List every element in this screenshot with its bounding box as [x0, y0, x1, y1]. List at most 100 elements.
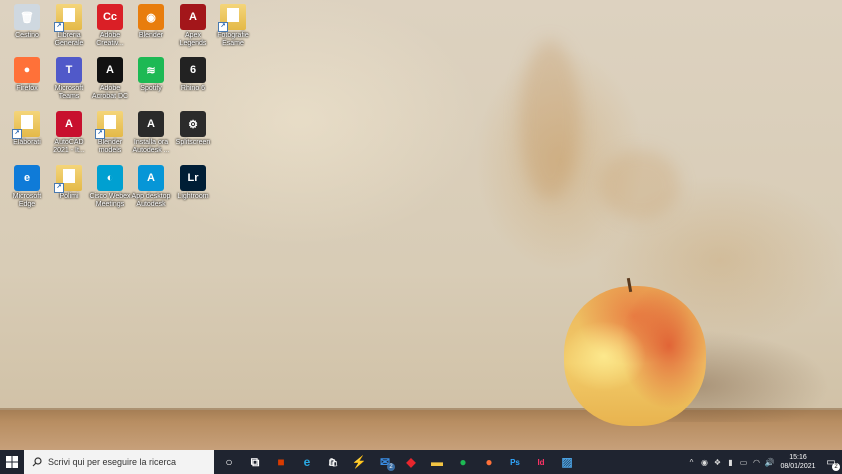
autodesk-app-icon: A [138, 165, 164, 191]
splitscreen-icon: ⚙ [180, 111, 206, 137]
shortcut-arrow-icon: ↗ [54, 183, 64, 193]
taskbar-spotify-button[interactable]: ● [450, 450, 476, 474]
desktop-icon-label: Blender [138, 32, 164, 39]
autocad-icon: A [56, 111, 82, 137]
taskbar-search-box[interactable]: Scrivi qui per eseguire la ricerca [24, 450, 214, 474]
record-icon[interactable]: ◉ [698, 450, 711, 474]
folder-document-icon [21, 115, 33, 129]
desktop-icon[interactable]: e Microsoft Edge [6, 165, 48, 209]
search-icon [32, 457, 42, 467]
shortcut-arrow-icon: ↗ [54, 22, 64, 32]
desktop-icon-label: Firefox [16, 85, 38, 92]
spotify-icon: ≋ [138, 57, 164, 83]
power-automate-icon: ⚡ [351, 455, 367, 469]
battery-icon[interactable]: ▭ [737, 450, 750, 474]
desktop-icon[interactable]: ◐ Cisco Webex Meetings [89, 165, 131, 209]
taskbar-app-red-diamond-button[interactable]: ◆ [398, 450, 424, 474]
desktop-icon[interactable]: Cc Adobe Creativ... [89, 4, 131, 48]
desktop-icon-label: Splitscreen [175, 139, 211, 146]
app-red-diamond-icon: ◆ [406, 455, 416, 469]
volume-icon[interactable]: 🔊 [763, 450, 776, 474]
taskbar-indesign-button[interactable]: Id [528, 450, 554, 474]
blender-icon: ◉ [138, 4, 164, 30]
desktop-icon[interactable]: T Microsoft Teams [48, 57, 90, 101]
desktop-icon[interactable]: ↗ Polimi [48, 165, 90, 201]
firefox-icon: ● [485, 455, 493, 469]
clock-date: 08/01/2021 [780, 463, 816, 470]
taskbar-office-button[interactable]: ■ [268, 450, 294, 474]
desktop-wallpaper: 🗑 Cestino ↗ Libreria Generale Cc Adobe Creati… [0, 0, 842, 450]
folder-icon: ↗ [218, 4, 246, 32]
taskbar-power-automate-button[interactable]: ⚡ [346, 450, 372, 474]
desktop-icon[interactable]: Lr Lightroom [172, 165, 214, 201]
recycle-bin-icon: 🗑 [14, 4, 40, 30]
teams-icon: T [56, 57, 82, 83]
desktop-icon[interactable]: 6 Rhino 6 [172, 57, 214, 93]
folder-document-icon [63, 169, 75, 183]
desktop-icon[interactable]: A Apex Legends [172, 4, 214, 48]
desktop-icon[interactable]: A AutoCAD 2021 - It... [48, 111, 90, 155]
desktop-icon[interactable]: ◉ Blender [130, 4, 172, 40]
desktop-icon[interactable]: ● Firefox [6, 57, 48, 93]
desktop-icon[interactable]: ↗ Libreria Generale [48, 4, 90, 48]
folder-icon: ↗ [54, 4, 82, 32]
desktop-icon-label: Microsoft Edge [12, 193, 42, 208]
system-tray: ^ ◉ ❖ ▮ ▭ ◠ 🔊 15:16 08/01/2021 ▭ 2 [685, 450, 842, 474]
notification-count: 2 [832, 463, 840, 471]
taskbar-clock[interactable]: 15:16 08/01/2021 [776, 453, 820, 471]
folder-icon: ↗ [12, 111, 40, 139]
cortana-icon: ○ [225, 455, 233, 469]
windows-logo-icon [6, 456, 18, 468]
folder-document-icon [63, 8, 75, 22]
folder-icon: ↗ [54, 165, 82, 193]
autodesk-install-icon: A [138, 111, 164, 137]
taskbar-photos-button[interactable]: ▨ [554, 450, 580, 474]
desktop-icon-label: Spotify [140, 85, 162, 92]
taskbar: Scrivi qui per eseguire la ricerca ○ ⧉ ■ e 🛍… [0, 450, 842, 474]
desktop-icon[interactable]: ↗ Elaborati [6, 111, 48, 147]
adobe-creative-cloud-icon: Cc [97, 4, 123, 30]
taskbar-store-button[interactable]: 🛍 [320, 450, 346, 474]
shortcut-arrow-icon: ↗ [218, 22, 228, 32]
wall-stain [520, 40, 580, 200]
desktop-icon-label: Rhino 6 [180, 85, 206, 92]
desktop-icon[interactable]: ⚙ Splitscreen [172, 111, 214, 147]
taskbar-task-view-button[interactable]: ⧉ [242, 450, 268, 474]
folder-document-icon [227, 8, 239, 22]
desktop-icon[interactable]: ≋ Spotify [130, 57, 172, 93]
mail-badge: 2 [387, 463, 395, 471]
apple [564, 286, 706, 426]
office-icon: ■ [277, 455, 285, 469]
network-icon[interactable]: ◠ [750, 450, 763, 474]
desktop-icon[interactable]: 🗑 Cestino [6, 4, 48, 40]
start-button[interactable] [0, 450, 24, 474]
desktop-icon[interactable]: A Installa ora Autodesk ... [130, 111, 172, 155]
action-center-button[interactable]: ▭ 2 [820, 450, 842, 474]
taskbar-cortana-button[interactable]: ○ [216, 450, 242, 474]
folder-icon: ↗ [95, 111, 123, 139]
desktop-icon[interactable]: A App desktop Autodesk [130, 165, 172, 209]
shortcut-arrow-icon: ↗ [95, 129, 105, 139]
taskbar-photoshop-button[interactable]: Ps [502, 450, 528, 474]
desktop-icon-label: Cestino [15, 32, 39, 39]
file-explorer-icon: ▬ [431, 455, 443, 469]
firefox-icon: ● [14, 57, 40, 83]
desktop-icon[interactable]: ↗ Fotografie Esame [212, 4, 254, 48]
taskbar-firefox-button[interactable]: ● [476, 450, 502, 474]
desktop-icon-label: Polimi [59, 193, 79, 200]
wall-stain [600, 150, 680, 220]
dropbox-icon[interactable]: ❖ [711, 450, 724, 474]
desktop-icon[interactable]: A Adobe Acrobat DC [89, 57, 131, 101]
webex-icon: ◐ [97, 165, 123, 191]
chevron-up-icon[interactable]: ^ [685, 450, 698, 474]
edge-icon: e [14, 165, 40, 191]
desktop-icon-label: Cisco Webex Meetings [89, 193, 131, 208]
indesign-icon: Id [537, 457, 545, 467]
desktop-icon[interactable]: ↗ Blender models [89, 111, 131, 155]
spotify-icon: ● [459, 455, 467, 469]
taskbar-edge-button[interactable]: e [294, 450, 320, 474]
usb-icon[interactable]: ▮ [724, 450, 737, 474]
desktop-icon-label: Blender models [97, 139, 123, 154]
taskbar-file-explorer-button[interactable]: ▬ [424, 450, 450, 474]
taskbar-mail-button[interactable]: ✉ 2 [372, 450, 398, 474]
